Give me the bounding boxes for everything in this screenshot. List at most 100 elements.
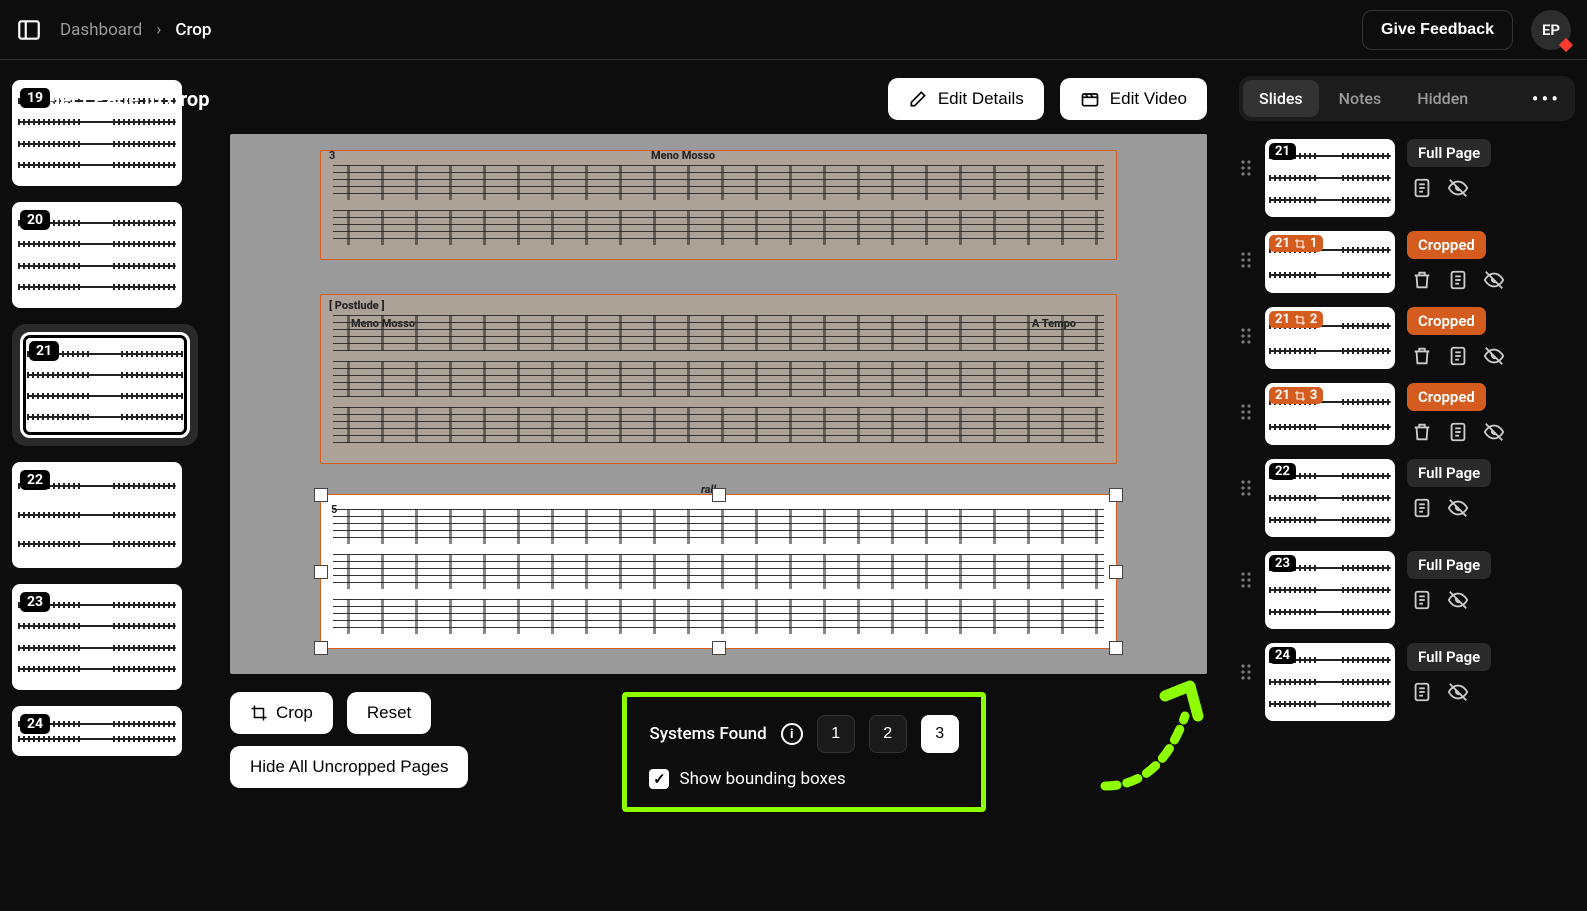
edit-video-label: Edit Video: [1110, 89, 1187, 109]
tab-hidden[interactable]: Hidden: [1401, 80, 1484, 117]
bar-number: 3: [329, 149, 335, 162]
avatar-initials: EP: [1542, 21, 1560, 39]
breadcrumb: Dashboard › Crop: [60, 20, 211, 40]
section-label: [ Postlude ]: [329, 299, 385, 312]
hide-icon[interactable]: [1447, 497, 1469, 519]
clapperboard-icon: [1080, 89, 1100, 109]
hide-icon[interactable]: [1483, 345, 1505, 367]
slide-status: Full Page: [1407, 643, 1491, 671]
document-icon[interactable]: [1411, 497, 1433, 519]
page-number-badge: 23: [20, 592, 50, 612]
systems-found-label: Systems Found: [649, 724, 766, 744]
drag-handle[interactable]: [1239, 551, 1253, 593]
resize-handle-mr[interactable]: [1110, 566, 1122, 578]
slide-row: 21 1 Cropped: [1239, 231, 1575, 293]
avatar[interactable]: EP: [1531, 10, 1571, 50]
hide-icon[interactable]: [1483, 421, 1505, 443]
slide-row: 24 Full Page: [1239, 643, 1575, 721]
drag-handle[interactable]: [1239, 643, 1253, 685]
more-icon[interactable]: •••: [1522, 87, 1571, 111]
document-icon[interactable]: [1411, 589, 1433, 611]
hide-icon[interactable]: [1483, 269, 1505, 291]
slide-thumb[interactable]: 21 2: [1265, 307, 1395, 369]
slide-thumb[interactable]: 21: [1265, 139, 1395, 217]
edit-details-button[interactable]: Edit Details: [888, 78, 1044, 120]
breadcrumb-root[interactable]: Dashboard: [60, 20, 142, 40]
drag-handle[interactable]: [1239, 307, 1253, 349]
resize-handle-tr[interactable]: [1110, 489, 1122, 501]
slide-row: 22 Full Page: [1239, 459, 1575, 537]
resize-handle-br[interactable]: [1110, 642, 1122, 654]
resize-handle-bl[interactable]: [315, 642, 327, 654]
hide-uncropped-button[interactable]: Hide All Uncropped Pages: [230, 746, 468, 788]
edit-details-label: Edit Details: [938, 89, 1024, 109]
document-icon[interactable]: [1447, 421, 1469, 443]
document-icon[interactable]: [1447, 269, 1469, 291]
drag-handle[interactable]: [1239, 139, 1253, 181]
page-thumb-23[interactable]: 23: [12, 584, 182, 690]
resize-handle-bc[interactable]: [713, 642, 725, 654]
page-thumb-21-selected[interactable]: 21: [12, 324, 198, 446]
slide-badge: 24: [1269, 647, 1296, 664]
right-tabs: Slides Notes Hidden •••: [1239, 76, 1575, 121]
sidebar-toggle[interactable]: [16, 17, 42, 43]
hide-icon[interactable]: [1447, 681, 1469, 703]
crop-icon: [250, 704, 268, 722]
breadcrumb-current: Crop: [175, 20, 211, 40]
resize-handle-tl[interactable]: [315, 489, 327, 501]
page-thumb-24[interactable]: 24: [12, 706, 182, 756]
show-bounding-boxes-label: Show bounding boxes: [679, 769, 845, 789]
system-box-1[interactable]: 3 Meno Mosso: [320, 150, 1117, 260]
crop-canvas[interactable]: 3 Meno Mosso [ Postlude ] Meno Mosso A T…: [230, 134, 1207, 674]
hide-icon[interactable]: [1447, 177, 1469, 199]
system-box-3-selected[interactable]: rall. 5: [320, 494, 1117, 649]
tab-slides[interactable]: Slides: [1243, 80, 1319, 117]
show-bounding-boxes-checkbox[interactable]: ✓: [649, 769, 669, 789]
page-number-badge: 20: [20, 210, 50, 230]
page-thumb-20[interactable]: 20: [12, 202, 182, 308]
system-select-1[interactable]: 1: [817, 715, 855, 753]
delete-icon[interactable]: [1411, 269, 1433, 291]
annotation-arrow: [1090, 676, 1210, 806]
resize-handle-ml[interactable]: [315, 566, 327, 578]
slide-row: 21 3 Cropped: [1239, 383, 1575, 445]
system-select-2[interactable]: 2: [869, 715, 907, 753]
info-icon[interactable]: i: [781, 723, 803, 745]
notification-dot: [1559, 37, 1573, 51]
drag-handle[interactable]: [1239, 231, 1253, 273]
slide-thumb[interactable]: 21 1: [1265, 231, 1395, 293]
slide-status: Full Page: [1407, 459, 1491, 487]
slide-badge: 21 3: [1269, 387, 1323, 404]
slide-status: Cropped: [1407, 307, 1486, 335]
delete-icon[interactable]: [1411, 421, 1433, 443]
slide-thumb[interactable]: 24: [1265, 643, 1395, 721]
tab-notes[interactable]: Notes: [1323, 80, 1398, 117]
slide-thumb[interactable]: 22: [1265, 459, 1395, 537]
document-icon[interactable]: [1411, 681, 1433, 703]
crop-button[interactable]: Crop: [230, 692, 333, 734]
slide-thumb[interactable]: 21 3: [1265, 383, 1395, 445]
edit-video-button[interactable]: Edit Video: [1060, 78, 1207, 120]
system-select-3[interactable]: 3: [921, 715, 959, 753]
drag-handle[interactable]: [1239, 383, 1253, 425]
chevron-right-icon: ›: [156, 20, 161, 40]
drag-handle[interactable]: [1239, 459, 1253, 501]
system-box-2[interactable]: [ Postlude ] Meno Mosso A Tempo: [320, 294, 1117, 464]
slide-thumb[interactable]: 23: [1265, 551, 1395, 629]
slide-row: 23 Full Page: [1239, 551, 1575, 629]
page-thumb-22[interactable]: 22: [12, 462, 182, 568]
slide-badge: 21 2: [1269, 311, 1323, 328]
delete-icon[interactable]: [1411, 345, 1433, 367]
slide-status: Cropped: [1407, 231, 1486, 259]
page-number-badge: 19: [20, 88, 50, 108]
document-icon[interactable]: [1447, 345, 1469, 367]
hide-icon[interactable]: [1447, 589, 1469, 611]
pencil-icon: [908, 89, 928, 109]
slide-badge: 23: [1269, 555, 1296, 572]
crop-label: Crop: [276, 703, 313, 723]
document-icon[interactable]: [1411, 177, 1433, 199]
slide-badge: 21 1: [1269, 235, 1323, 252]
reset-button[interactable]: Reset: [347, 692, 431, 734]
give-feedback-button[interactable]: Give Feedback: [1362, 10, 1513, 50]
resize-handle-tc[interactable]: [713, 489, 725, 501]
